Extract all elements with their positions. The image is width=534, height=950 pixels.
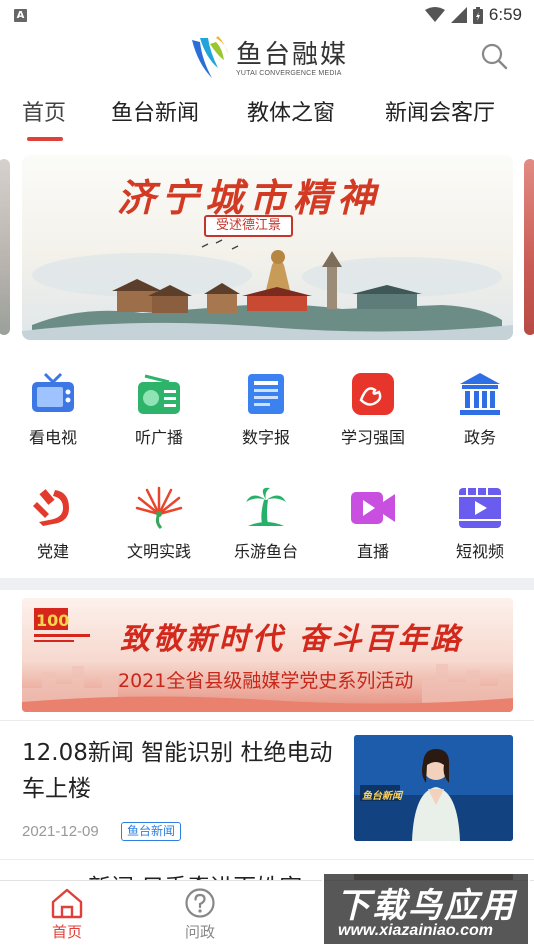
app-header: 鱼台融媒 YUTAI CONVERGENCE MEDIA: [0, 30, 534, 88]
city-landmarks-illustration: [22, 239, 513, 340]
grid-label-party: 党建: [36, 542, 69, 561]
promo-title: 致敬新时代 奋斗百年路: [120, 622, 464, 657]
grid-label-radio: 听广播: [134, 428, 183, 447]
nav-inquiry-label: 问政: [184, 923, 215, 941]
nav-inquiry[interactable]: 问政: [165, 887, 235, 942]
channel-tabs: 首页 鱼台新闻 教体之窗 新闻会客厅: [0, 92, 534, 144]
grid-item-newspaper[interactable]: 数字报: [213, 370, 319, 448]
home-icon: [51, 888, 83, 919]
carousel-next-slide[interactable]: [524, 159, 534, 335]
news-category-tag: 鱼台新闻: [121, 822, 182, 841]
grid-label-tv: 看电视: [28, 428, 77, 447]
live-camera-icon: [351, 492, 395, 524]
short-video-icon: [459, 488, 501, 528]
grid-item-tv[interactable]: 看电视: [0, 370, 106, 448]
grid-item-government[interactable]: 政务: [427, 370, 533, 448]
cellular-signal-icon: [450, 7, 467, 23]
news-item[interactable]: 12.08新闻 智能识别 杜绝电动车上楼 2021-12-09 鱼台新闻 鱼台新…: [0, 721, 534, 859]
tab-yutai-news[interactable]: 鱼台新闻: [111, 92, 199, 136]
banner-title: 济宁城市精神: [117, 175, 382, 220]
grid-item-civilization[interactable]: 文明实践: [106, 484, 212, 562]
active-tab-indicator: [27, 137, 63, 141]
question-icon: [185, 888, 215, 918]
party-icon: [33, 489, 69, 526]
notification-app-icon: A: [14, 8, 27, 22]
news-thumbnail: 鱼台新闻: [354, 735, 513, 841]
grid-label-newspaper: 数字报: [241, 428, 290, 447]
nav-home[interactable]: 首页: [32, 887, 102, 942]
radio-icon: [138, 374, 180, 414]
thumbnail-caption: 鱼台新闻: [362, 791, 402, 802]
status-bar: A 6:59: [0, 0, 534, 30]
service-grid-row-1: 看电视 听广播 数字报 学习强国 政务: [0, 370, 534, 470]
newspaper-icon: [248, 374, 284, 414]
tab-education-sports[interactable]: 教体之窗: [247, 92, 335, 136]
news-date: 2021-12-09: [22, 823, 99, 840]
section-divider: [0, 578, 534, 590]
grid-label-short-video: 短视频: [455, 542, 504, 561]
grid-label-xuexi: 学习强国: [340, 428, 405, 447]
search-icon[interactable]: [480, 42, 508, 70]
grid-item-short-video[interactable]: 短视频: [427, 484, 533, 562]
carousel-prev-slide[interactable]: [0, 159, 10, 335]
banner-subtitle: 受述德江景: [204, 215, 294, 237]
status-time: 6:59: [488, 5, 522, 24]
tab-home[interactable]: 首页: [22, 92, 66, 136]
civilization-icon: [135, 486, 183, 530]
tv-icon: [32, 372, 74, 412]
grid-label-civilization: 文明实践: [126, 542, 191, 561]
banner-carousel[interactable]: 济宁城市精神 受述德江景: [0, 155, 534, 340]
grid-item-party[interactable]: 党建: [0, 484, 106, 562]
battery-icon: [472, 6, 483, 24]
banner-slide[interactable]: 济宁城市精神 受述德江景: [22, 155, 513, 340]
party-centenary-badge-icon: 100: [34, 608, 90, 642]
yutai-logo-icon: [192, 36, 228, 78]
promo-banner[interactable]: 100 致敬新时代 奋斗百年路 2021全省县级融媒学党史系列活动: [22, 598, 513, 712]
grid-label-live: 直播: [356, 542, 389, 561]
logo-subtitle: YUTAI CONVERGENCE MEDIA: [236, 69, 342, 77]
grid-label-tourism: 乐游鱼台: [233, 542, 298, 561]
government-icon: [460, 373, 500, 415]
promo-subtitle: 2021全省县级融媒学党史系列活动: [118, 670, 414, 692]
palm-tree-icon: [246, 487, 286, 526]
svg-text:100: 100: [36, 611, 69, 630]
wifi-icon: [424, 7, 445, 22]
grid-item-radio[interactable]: 听广播: [106, 370, 212, 448]
logo-title: 鱼台融媒: [236, 39, 349, 70]
watermark-url: www.xiazainiao.com: [338, 922, 494, 939]
tab-news-lounge[interactable]: 新闻会客厅: [385, 92, 495, 136]
site-watermark: 下载鸟应用 www.xiazainiao.com: [322, 872, 530, 946]
watermark-title: 下载鸟应用: [336, 886, 516, 926]
service-grid-row-2: 党建 文明实践 乐游鱼台 直播 短视频: [0, 484, 534, 584]
grid-item-tourism[interactable]: 乐游鱼台: [213, 484, 319, 562]
grid-item-xuexi[interactable]: 学习强国: [320, 370, 426, 448]
nav-home-label: 首页: [51, 923, 82, 941]
grid-item-live[interactable]: 直播: [320, 484, 426, 562]
news-title: 12.08新闻 智能识别 杜绝电动车上楼: [22, 740, 333, 802]
app-logo: 鱼台融媒 YUTAI CONVERGENCE MEDIA: [188, 34, 348, 82]
grid-label-government: 政务: [463, 428, 496, 447]
xuexi-icon: [352, 373, 394, 415]
